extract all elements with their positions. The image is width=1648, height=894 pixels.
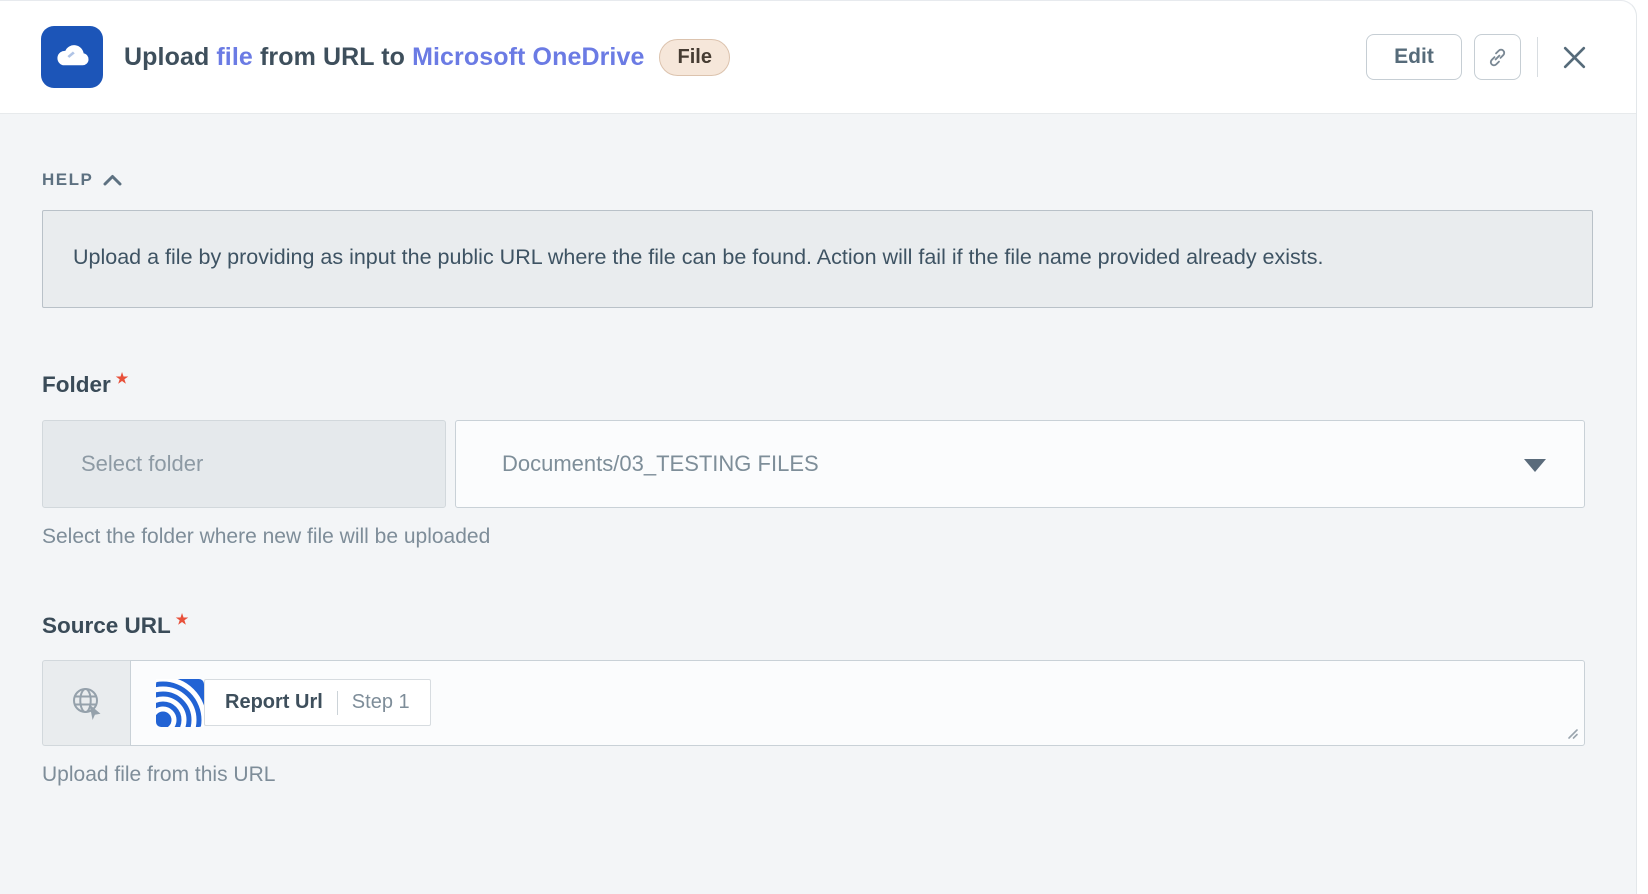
folder-helper-text: Select the folder where new file will be… [42, 525, 1590, 549]
title-text: from URL to [260, 43, 405, 71]
title-input-kind: file [216, 43, 253, 71]
help-section-toggle[interactable]: HELP [42, 170, 122, 190]
select-folder-button[interactable]: Select folder [42, 420, 446, 508]
token-property-name: Report Url [225, 691, 323, 714]
folder-field-row: Select folder Documents/03_TESTING FILES [42, 420, 1585, 508]
source-url-input-group: Report Url Step 1 [42, 660, 1585, 746]
chevron-up-icon [103, 174, 122, 186]
folder-field-label: Folder★ [42, 370, 1590, 398]
mapped-value-token[interactable]: Report Url Step 1 [156, 679, 431, 727]
help-description: Upload a file by providing as input the … [42, 210, 1593, 308]
title-service-name: Microsoft OneDrive [412, 43, 644, 71]
source-url-helper-text: Upload file from this URL [42, 763, 1590, 787]
onedrive-cloud-icon [50, 35, 94, 79]
panel-header: Upload file from URL to Microsoft OneDri… [0, 1, 1636, 114]
panel-body: HELP Upload a file by providing as input… [0, 114, 1636, 787]
dropdown-caret-icon [1524, 459, 1546, 472]
required-marker: ★ [176, 611, 189, 627]
source-url-field-label: Source URL★ [42, 611, 1590, 639]
token-step-reference: Step 1 [352, 691, 410, 714]
link-icon [1487, 47, 1508, 68]
close-panel-button[interactable] [1552, 35, 1596, 79]
token-chip[interactable]: Report Url Step 1 [204, 679, 431, 726]
header-actions: Edit [1366, 34, 1596, 80]
onedrive-app-icon [41, 26, 103, 88]
file-type-badge: File [659, 39, 729, 76]
connector-ripple-icon [156, 679, 204, 727]
copy-link-button[interactable] [1474, 34, 1521, 80]
step-title: Upload file from URL to Microsoft OneDri… [124, 39, 1366, 76]
resize-handle[interactable] [1563, 724, 1579, 740]
title-text: Upload [124, 43, 209, 71]
header-divider [1537, 37, 1538, 77]
source-url-input[interactable]: Report Url Step 1 [130, 660, 1585, 746]
url-type-prefix[interactable] [42, 660, 130, 746]
close-icon [1558, 41, 1591, 74]
token-separator [337, 691, 338, 715]
folder-value-dropdown[interactable]: Documents/03_TESTING FILES [455, 420, 1585, 508]
globe-pointer-icon [68, 684, 106, 722]
help-label: HELP [42, 170, 93, 190]
required-marker: ★ [116, 370, 129, 386]
folder-selected-value: Documents/03_TESTING FILES [502, 451, 819, 477]
edit-button[interactable]: Edit [1366, 34, 1462, 80]
step-config-panel: Upload file from URL to Microsoft OneDri… [0, 0, 1637, 894]
